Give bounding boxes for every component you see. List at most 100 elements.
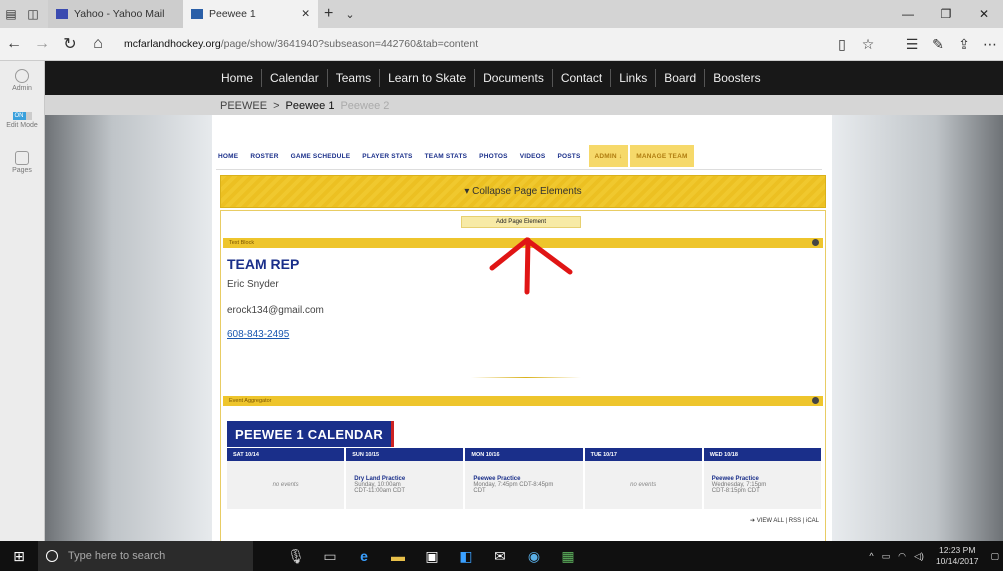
tabs-aside-icon[interactable]: ◫ (22, 0, 44, 28)
calendar-title-box: PEEWEE 1 CALENDAR (227, 421, 395, 447)
tab-player-stats[interactable]: PLAYER STATS (356, 145, 418, 167)
favorites-hub-icon[interactable]: ☰ (899, 36, 925, 53)
admin-sidebar: Admin ON · Edit Mode Pages (0, 61, 45, 541)
system-tray: ^ ▭ ◠ ◁) 12:23 PM 10/14/2017 ▢ (865, 545, 1003, 567)
nav-calendar[interactable]: Calendar (262, 69, 328, 87)
reading-view-icon[interactable]: ▯ (829, 36, 855, 53)
edge-icon[interactable]: e (351, 543, 377, 569)
breadcrumb-root[interactable]: PEEWEE (220, 100, 267, 112)
tab-dropdown-icon[interactable]: ⌄ (339, 0, 360, 28)
new-tab-button[interactable]: + (318, 0, 339, 28)
site-subheader (45, 95, 1003, 115)
task-view-icon[interactable]: ▭ (317, 543, 343, 569)
browser-tab-peewee[interactable]: Peewee 1 ✕ (183, 0, 318, 28)
gear-icon[interactable] (812, 239, 819, 246)
close-window-icon[interactable]: ✕ (965, 0, 1003, 28)
refresh-icon[interactable]: ↻ (56, 30, 84, 58)
minimize-icon[interactable]: — (889, 0, 927, 28)
browser-tab-yahoo[interactable]: Yahoo - Yahoo Mail (48, 0, 183, 28)
tab-posts[interactable]: POSTS (551, 145, 586, 167)
day-header: WED 10/18 (703, 448, 821, 461)
notifications-icon[interactable]: ▢ (986, 551, 1003, 562)
forward-icon[interactable]: → (28, 30, 56, 58)
day-header: MON 10/16 (465, 448, 583, 461)
media-icon[interactable]: ◧ (453, 543, 479, 569)
address-bar: ← → ↻ ⌂ mcfarlandhockey.org/page/show/36… (0, 28, 1003, 61)
collapse-page-elements-button[interactable]: ▾ Collapse Page Elements (220, 175, 826, 208)
calendar-day: SAT 10/14 no events (227, 448, 345, 509)
volume-icon[interactable]: ◁) (910, 551, 928, 562)
file-explorer-icon[interactable]: ▬ (385, 543, 411, 569)
event-item[interactable]: Dry Land Practice Sunday, 10:00am CDT-11… (346, 461, 464, 509)
rep-phone-link[interactable]: 608-843-2495 (227, 329, 289, 340)
breadcrumb-sibling[interactable]: Peewee 2 (340, 100, 389, 112)
tab-game-schedule[interactable]: GAME SCHEDULE (285, 145, 357, 167)
clock[interactable]: 12:23 PM 10/14/2017 (928, 545, 987, 567)
tab-title: Peewee 1 (209, 8, 256, 20)
calendar-day: SUN 10/15 Dry Land Practice Sunday, 10:0… (346, 448, 464, 509)
chevron-up-icon[interactable]: ^ (865, 551, 877, 561)
calendar-links[interactable]: ➔ VIEW ALL | RSS | iCAL (750, 517, 819, 524)
admin-gear-button[interactable]: Admin (0, 69, 44, 92)
back-icon[interactable]: ← (0, 30, 28, 58)
breadcrumb-current[interactable]: Peewee 1 (286, 100, 335, 112)
taskbar-search[interactable]: Type here to search (38, 541, 253, 571)
nav-home[interactable]: Home (213, 69, 263, 87)
battery-icon[interactable]: ▭ (878, 551, 895, 562)
microphone-icon[interactable]: 🎙 (283, 543, 309, 569)
calendar-day: MON 10/16 Peewee Practice Monday, 7:45pm… (465, 448, 583, 509)
no-events: no events (584, 461, 702, 509)
main-nav: Home Calendar Teams Learn to Skate Docum… (213, 61, 769, 95)
event-aggregator-bar[interactable]: Event Aggregator (223, 396, 823, 406)
web-note-icon[interactable]: ✎ (925, 36, 951, 53)
nav-contact[interactable]: Contact (553, 69, 612, 87)
spreadsheet-icon[interactable]: ▦ (555, 543, 581, 569)
site-favicon-icon (191, 9, 203, 19)
home-icon[interactable]: ⌂ (84, 30, 112, 58)
add-page-element-button[interactable]: Add Page Element (461, 216, 581, 228)
tab-manage-team[interactable]: MANAGE TEAM (630, 145, 694, 167)
maximize-icon[interactable]: ❐ (927, 0, 965, 28)
event-item[interactable]: Peewee Practice Monday, 7:45pm CDT-8:45p… (465, 461, 583, 509)
mail-icon[interactable]: ✉ (487, 543, 513, 569)
text-block-bar[interactable]: Text Block (223, 238, 823, 248)
text-block-title: TEAM REP (227, 256, 300, 272)
day-header: TUE 10/17 (584, 448, 702, 461)
store-icon[interactable]: ▣ (419, 543, 445, 569)
windows-taskbar: ⊞ Type here to search 🎙 ▭ e ▬ ▣ ◧ ✉ ◉ ▦ … (0, 541, 1003, 571)
close-tab-icon[interactable]: ✕ (301, 8, 310, 20)
tab-photos[interactable]: PHOTOS (473, 145, 514, 167)
day-header: SUN 10/15 (346, 448, 464, 461)
globe-icon[interactable]: ◉ (521, 543, 547, 569)
more-icon[interactable]: ⋯ (977, 36, 1003, 53)
nav-board[interactable]: Board (656, 69, 706, 87)
favorite-star-icon[interactable]: ☆ (855, 36, 881, 53)
divider (216, 169, 822, 170)
rep-email: erock134@gmail.com (227, 305, 324, 316)
tab-title: Yahoo - Yahoo Mail (74, 8, 165, 20)
browser-tab-bar: ▤ ◫ Yahoo - Yahoo Mail Peewee 1 ✕ + ⌄ — … (0, 0, 1003, 28)
start-icon[interactable]: ⊞ (0, 541, 38, 571)
nav-learn-to-skate[interactable]: Learn to Skate (380, 69, 476, 87)
breadcrumb: PEEWEE > Peewee 1 Peewee 2 (220, 100, 390, 112)
nav-documents[interactable]: Documents (475, 69, 553, 87)
tab-preview-icon[interactable]: ▤ (0, 0, 22, 28)
url-field[interactable]: mcfarlandhockey.org/page/show/3641940?su… (124, 38, 829, 50)
day-header: SAT 10/14 (227, 448, 345, 461)
tab-videos[interactable]: VIDEOS (514, 145, 552, 167)
nav-teams[interactable]: Teams (328, 69, 381, 87)
divider (471, 377, 581, 378)
tab-roster[interactable]: ROSTER (244, 145, 284, 167)
gear-icon[interactable] (812, 397, 819, 404)
wifi-icon[interactable]: ◠ (894, 551, 910, 562)
pages-button[interactable]: Pages (0, 151, 44, 174)
page-layout-container: Add Page Element Text Block TEAM REP Eri… (220, 210, 826, 541)
event-item[interactable]: Peewee Practice Wednesday, 7:15pm CDT-8:… (703, 461, 821, 509)
tab-team-stats[interactable]: TEAM STATS (419, 145, 474, 167)
edit-mode-toggle[interactable]: ON · Edit Mode (0, 112, 44, 129)
nav-boosters[interactable]: Boosters (705, 69, 768, 87)
nav-links[interactable]: Links (611, 69, 657, 87)
tab-home[interactable]: HOME (212, 145, 244, 167)
tab-admin[interactable]: ADMIN ↓ (588, 145, 629, 167)
share-icon[interactable]: ⇪ (951, 36, 977, 53)
